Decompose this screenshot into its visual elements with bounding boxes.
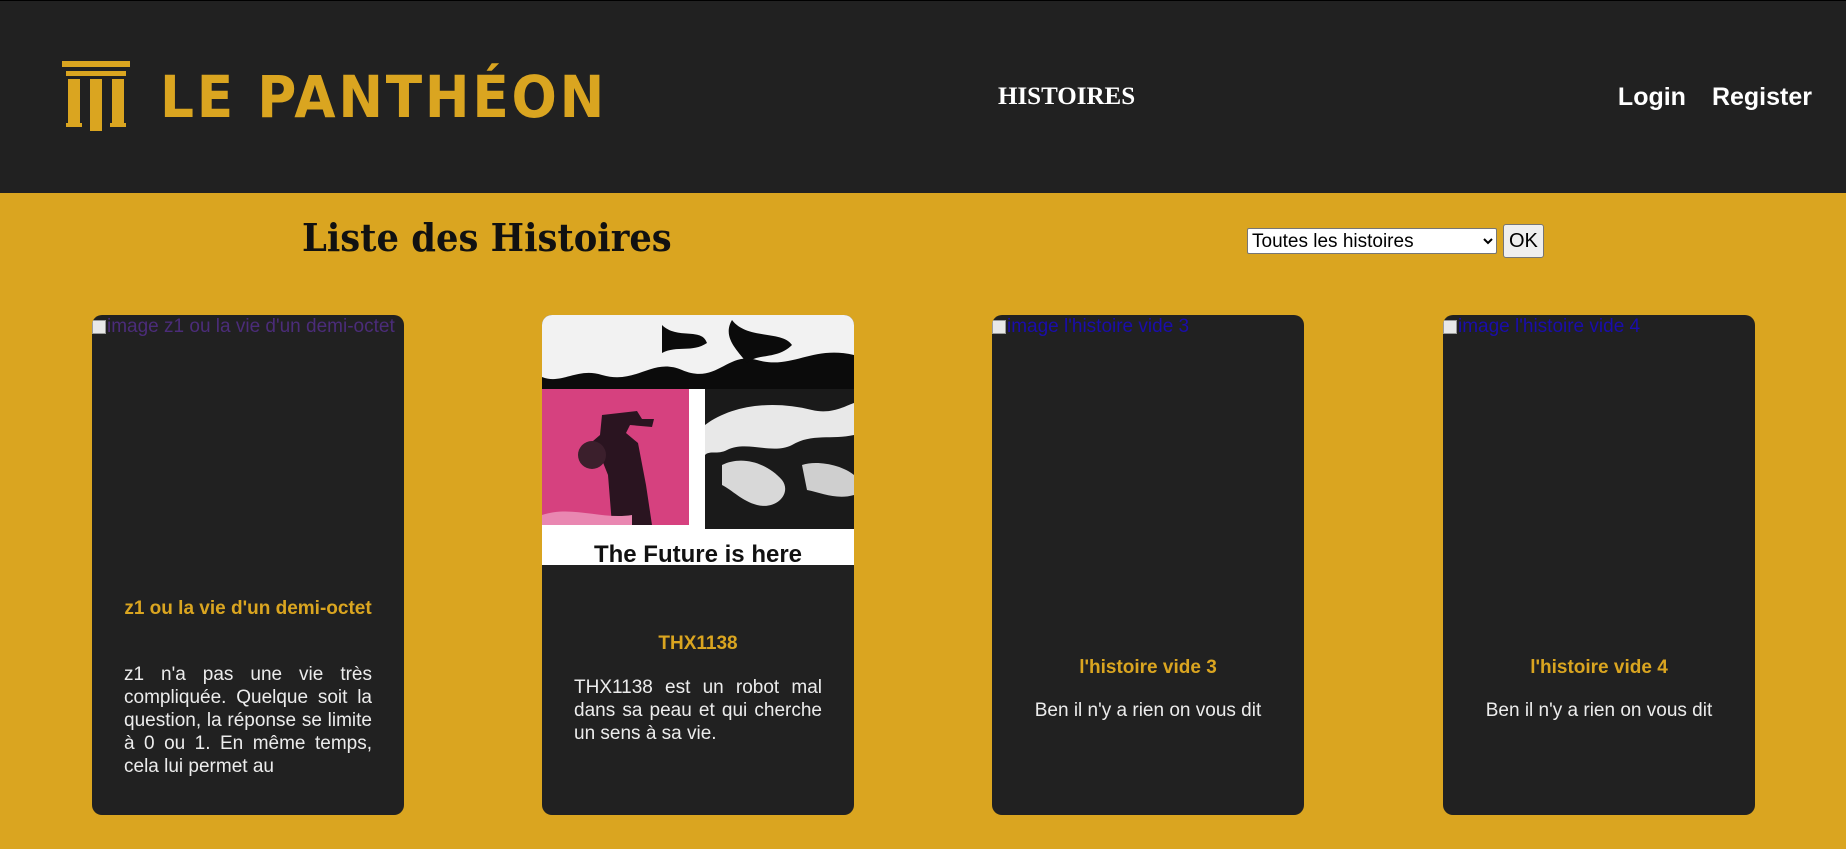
page-title: Liste des Histoires	[302, 215, 672, 260]
story-description: THX1138 est un robot mal dans sa peau et…	[574, 677, 822, 744]
story-filter-form: Toutes les histoires OK	[1247, 224, 1544, 258]
broken-image-icon	[992, 320, 1006, 334]
story-cover-image[interactable]	[542, 315, 854, 565]
pantheon-column-icon	[62, 61, 130, 131]
story-description: Ben il n'y a rien on vous dit	[1485, 700, 1713, 721]
story-title[interactable]: THX1138	[574, 632, 822, 655]
top-header: LE PANTHÉON HISTOIRES Login Register	[0, 0, 1846, 193]
story-description: Ben il n'y a rien on vous dit	[1034, 700, 1262, 721]
story-card[interactable]: image z1 ou la vie d'un demi-octet z1 ou…	[92, 315, 404, 815]
broken-image-icon	[1443, 320, 1457, 334]
register-link[interactable]: Register	[1712, 83, 1812, 112]
ok-button[interactable]: OK	[1503, 224, 1544, 258]
logo-text: LE PANTHÉON	[160, 63, 608, 131]
story-card[interactable]: image l'histoire vide 3 l'histoire vide …	[992, 315, 1304, 815]
auth-nav: Login Register	[1618, 83, 1812, 112]
story-description: z1 n'a pas une vie très compliquée. Quel…	[124, 664, 372, 777]
broken-image-icon	[92, 320, 106, 334]
story-title[interactable]: l'histoire vide 4	[1475, 656, 1723, 679]
story-image-broken[interactable]: image z1 ou la vie d'un demi-octet	[92, 315, 404, 375]
story-cover-caption: The Future is here	[593, 541, 803, 565]
story-card[interactable]: The Future is here THX1138 THX1138 est u…	[542, 315, 854, 815]
story-image-broken[interactable]: image l'histoire vide 4	[1443, 315, 1755, 375]
site-logo[interactable]: LE PANTHÉON	[62, 61, 646, 133]
story-card[interactable]: image l'histoire vide 4 l'histoire vide …	[1443, 315, 1755, 815]
story-filter-select[interactable]: Toutes les histoires	[1247, 228, 1497, 254]
story-title[interactable]: l'histoire vide 3	[1024, 656, 1272, 679]
nav-histoires-link[interactable]: HISTOIRES	[998, 83, 1135, 111]
story-title[interactable]: z1 ou la vie d'un demi-octet	[124, 597, 372, 620]
story-image-broken[interactable]: image l'histoire vide 3	[992, 315, 1304, 375]
login-link[interactable]: Login	[1618, 83, 1686, 112]
